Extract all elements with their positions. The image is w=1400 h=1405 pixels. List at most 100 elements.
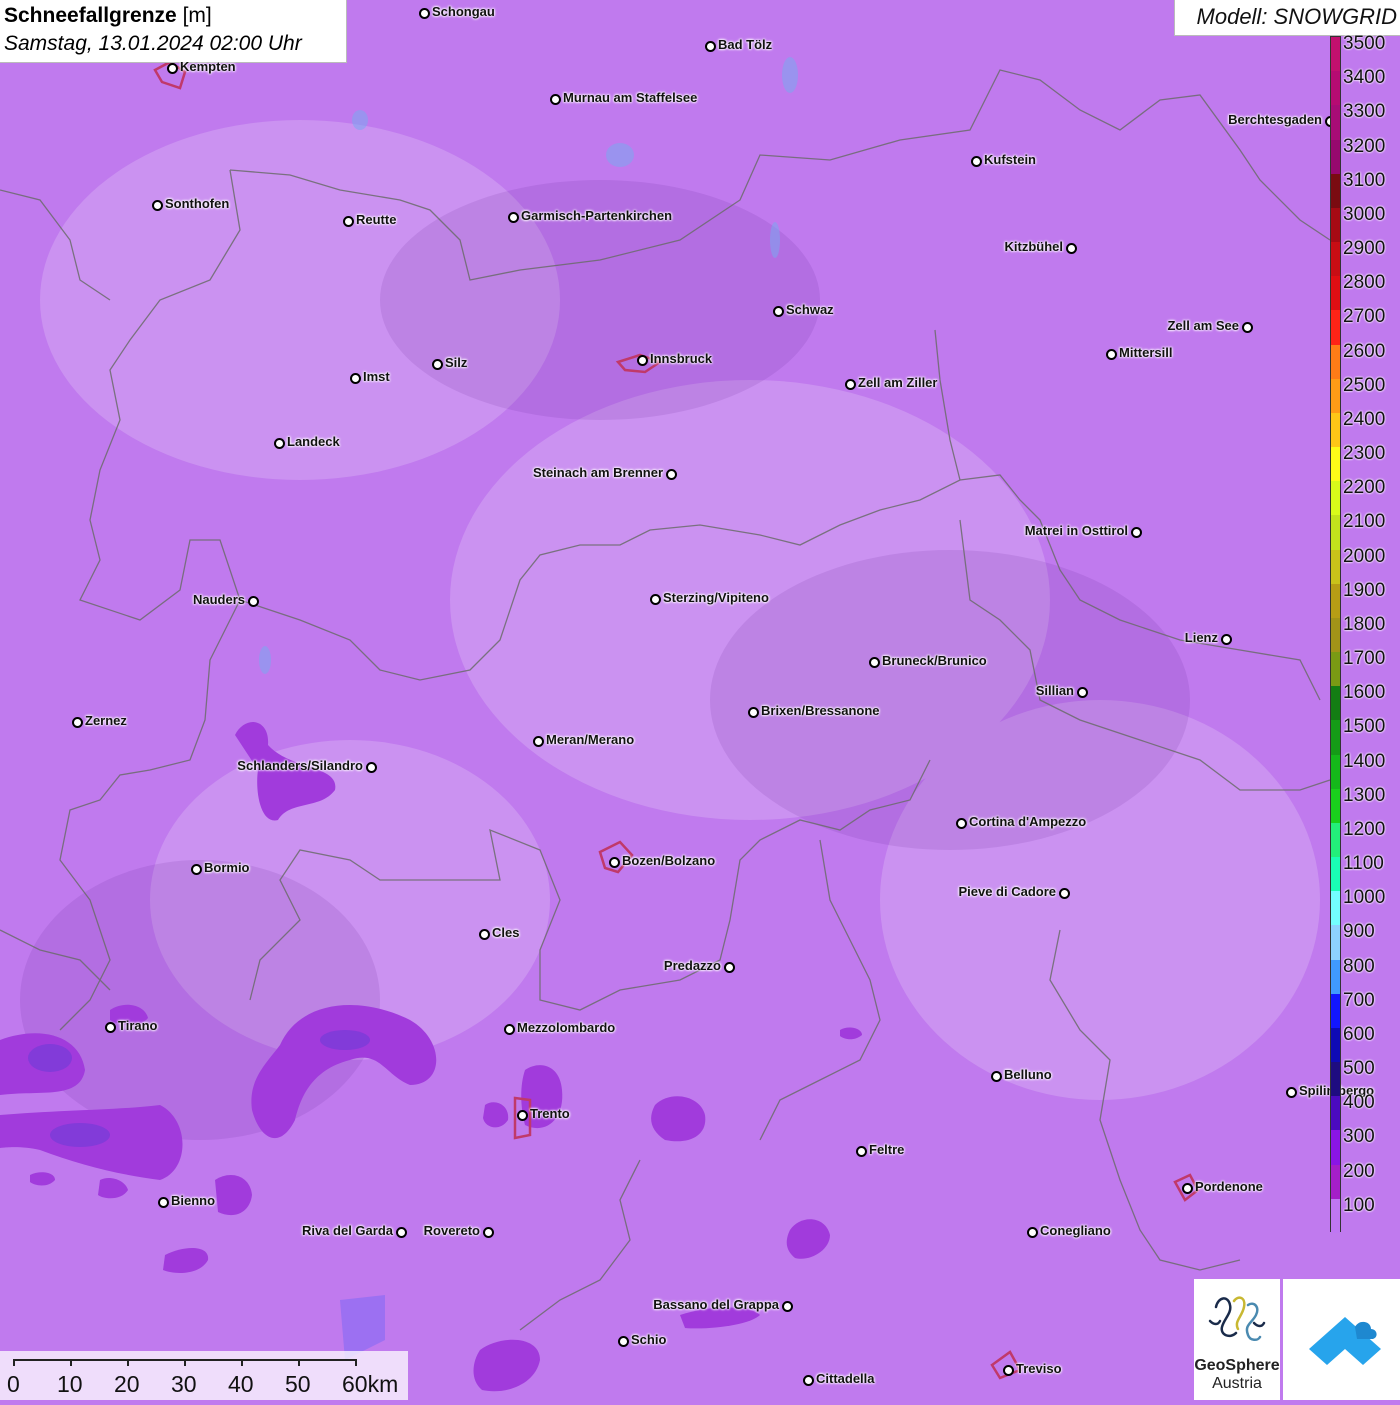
scale-tick-label: 30 [171, 1371, 197, 1397]
legend-color-bar [1330, 36, 1341, 1234]
legend-color-step [1331, 788, 1340, 824]
city-dot-icon [617, 1335, 629, 1347]
scale-tick-label: 10 [57, 1371, 83, 1397]
app-logo-icon [1309, 1317, 1381, 1365]
city-label: Reutte [356, 212, 397, 227]
legend-color-step [1331, 412, 1340, 448]
legend-tick-label: 2100 [1343, 511, 1386, 533]
scale-tick-label: 0 [7, 1371, 20, 1397]
legend-color-step [1331, 1062, 1340, 1097]
legend-color-step [1331, 207, 1340, 243]
city-label: Mittersill [1119, 345, 1173, 360]
city-dot-icon [247, 595, 259, 607]
city-label: Schio [631, 1332, 667, 1347]
map-title-panel: Schneefallgrenze [m] Samstag, 13.01.2024… [0, 0, 347, 63]
city-dot-icon [868, 656, 880, 668]
scale-tick-label: 60km [342, 1371, 399, 1397]
city-label: Predazzo [663, 958, 721, 973]
legend-color-step [1331, 549, 1340, 585]
legend-tick-label: 500 [1343, 1058, 1375, 1080]
legend-tick-label: 3300 [1343, 101, 1386, 123]
city-label: Cittadella [816, 1371, 875, 1386]
city-dot-icon [157, 1196, 169, 1208]
legend-tick-label: 1800 [1343, 613, 1386, 635]
city-label: Bad Tölz [718, 37, 773, 52]
legend-color-step [1331, 617, 1340, 653]
legend-color-step [1331, 37, 1340, 72]
city-label: Silz [445, 355, 468, 370]
legend-color-step [1331, 652, 1340, 687]
scale-tick-mark [298, 1359, 300, 1366]
legend-color-step [1331, 447, 1340, 482]
legend-color-step [1331, 959, 1340, 995]
city-label: Sillian [1035, 683, 1074, 698]
scale-tick-mark [355, 1359, 357, 1366]
city-dot-icon [418, 7, 430, 19]
scale-tick-label: 50 [285, 1371, 311, 1397]
scale-tick-mark [127, 1359, 129, 1366]
city-dot-icon [636, 354, 648, 366]
legend-tick-label: 1300 [1343, 784, 1386, 806]
legend-color-step [1331, 378, 1340, 414]
legend-tick-label: 2300 [1343, 443, 1386, 465]
city-label: Trento [530, 1106, 570, 1121]
legend-color-step [1331, 481, 1340, 516]
city-label: Bruneck/Brunico [882, 653, 987, 668]
legend-tick-label: 200 [1343, 1160, 1375, 1182]
legend-tick-label: 400 [1343, 1092, 1375, 1114]
scale-tick-mark [13, 1359, 15, 1366]
city-dot-icon [431, 358, 443, 370]
city-dot-icon [349, 372, 361, 384]
city-label: Zell am Ziller [858, 375, 938, 390]
legend-tick-label: 2000 [1343, 545, 1386, 567]
scale-tick-label: 40 [228, 1371, 254, 1397]
legend-tick-label: 1100 [1343, 853, 1384, 875]
legend-color-step [1331, 242, 1340, 277]
legend-tick-label: 1500 [1343, 716, 1386, 738]
city-label: Belluno [1004, 1067, 1052, 1082]
city-label: Imst [363, 369, 390, 384]
legend-color-step [1331, 583, 1340, 619]
legend-tick-label: 2700 [1343, 306, 1386, 328]
legend-tick-label: 100 [1343, 1194, 1375, 1216]
app-logo[interactable] [1283, 1279, 1400, 1400]
legend-color-step [1331, 1130, 1340, 1166]
legend-color-step [1331, 139, 1340, 175]
legend-tick-label: 800 [1343, 955, 1375, 977]
legend-color-step [1331, 310, 1340, 346]
city-label: Cles [492, 925, 520, 940]
city-label: Kitzbühel [1004, 239, 1064, 254]
geosphere-icon [1208, 1296, 1266, 1341]
city-label: Schongau [432, 4, 495, 19]
city-label: Kempten [180, 59, 236, 74]
city-dot-icon [970, 155, 982, 167]
scale-tick-mark [241, 1359, 243, 1366]
city-label: Mezzolombardo [517, 1020, 616, 1035]
legend-tick-label: 900 [1343, 921, 1375, 943]
city-dot-icon [665, 468, 677, 480]
legend-color-step [1331, 1164, 1340, 1200]
city-label: Feltre [869, 1142, 905, 1157]
legend-tick-label: 2500 [1343, 374, 1386, 396]
city-label: Zernez [85, 713, 127, 728]
legend-color-step [1331, 1198, 1340, 1234]
city-dot-icon [1130, 526, 1142, 538]
city-label: Kufstein [984, 152, 1036, 167]
legend-color-step [1331, 344, 1340, 380]
city-dot-icon [747, 706, 759, 718]
model-panel: Modell: SNOWGRID [1174, 0, 1400, 36]
city-dot-icon [507, 211, 519, 223]
legend-color-step [1331, 857, 1340, 892]
legend-tick-label: 2200 [1343, 477, 1386, 499]
city-dot-icon [1002, 1364, 1014, 1376]
geosphere-logo[interactable]: GeoSphere Austria [1194, 1279, 1280, 1400]
city-dot-icon [104, 1021, 116, 1033]
city-dot-icon [365, 761, 377, 773]
city-label: Brixen/Bressanone [761, 703, 880, 718]
legend-tick-label: 300 [1343, 1126, 1375, 1148]
scale-tick-label: 20 [114, 1371, 140, 1397]
city-label: Innsbruck [650, 351, 713, 366]
city-label: Pieve di Cadore [958, 884, 1056, 899]
city-label: Pordenone [1195, 1179, 1263, 1194]
scale-tick-mark [70, 1359, 72, 1366]
